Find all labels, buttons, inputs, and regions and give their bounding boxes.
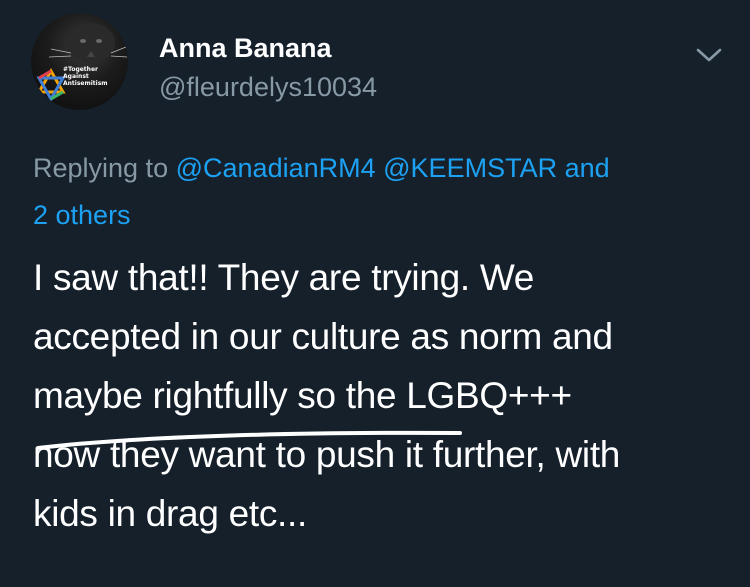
others-link[interactable]: 2 others bbox=[33, 200, 131, 230]
mention-link[interactable]: @CanadianRM4 bbox=[176, 153, 376, 183]
tweet: #Together Against Antisemitism Anna Bana… bbox=[0, 0, 750, 587]
replying-to-label: Replying to bbox=[33, 153, 169, 183]
mention-link[interactable]: @KEEMSTAR bbox=[383, 153, 557, 183]
avatar-caption: #Together Against Antisemitism bbox=[63, 66, 108, 87]
avatar[interactable]: #Together Against Antisemitism bbox=[31, 13, 128, 110]
tweet-text-line: now they want to push it further, with bbox=[33, 434, 621, 475]
tweet-text-line: I saw that!! They are trying. We bbox=[33, 257, 535, 298]
tweet-text: I saw that!! They are trying. We accepte… bbox=[33, 248, 733, 543]
avatar-art bbox=[36, 23, 128, 103]
user-handle[interactable]: @fleurdelys10034 bbox=[159, 72, 377, 103]
tweet-text-line: accepted in our culture as norm and bbox=[33, 316, 613, 357]
display-name[interactable]: Anna Banana bbox=[159, 33, 332, 64]
replying-to: Replying to @CanadianRM4 @KEEMSTAR and 2… bbox=[33, 145, 723, 239]
replying-joiner: and bbox=[564, 153, 610, 183]
tweet-text-line: maybe rightfully so the LGBQ+++ bbox=[33, 375, 572, 416]
tweet-text-line: kids in drag etc... bbox=[33, 493, 307, 534]
star-of-david-icon bbox=[36, 67, 66, 103]
chevron-down-icon[interactable] bbox=[694, 43, 724, 67]
